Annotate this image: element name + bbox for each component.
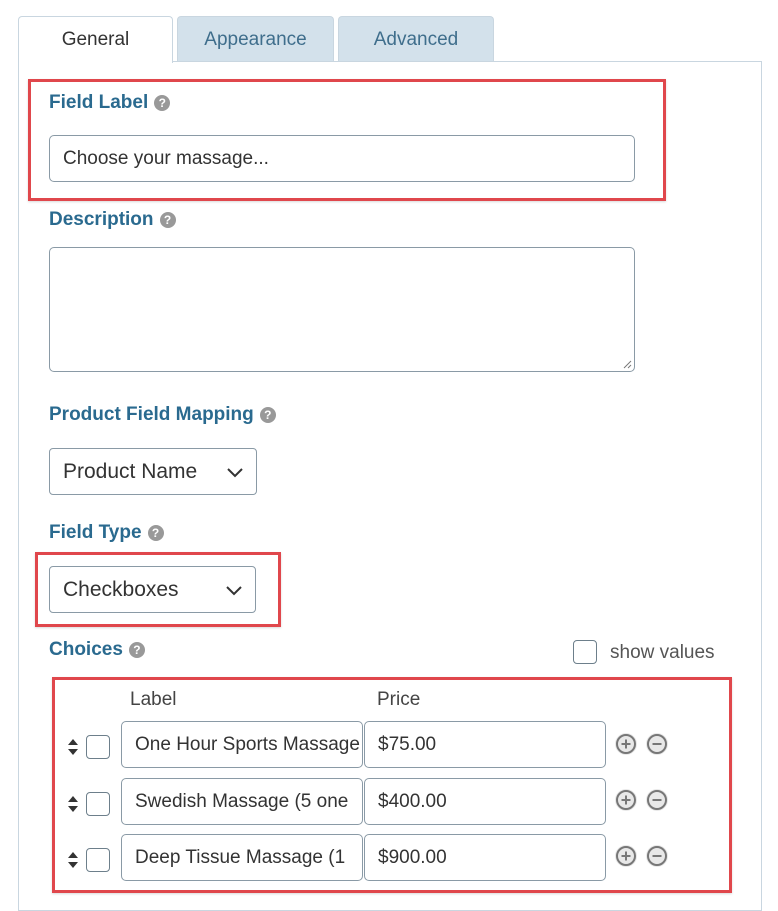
product-mapping-heading: Product Field Mapping ? [49,404,276,426]
description-textarea[interactable] [49,247,635,372]
sort-arrows-icon[interactable] [67,851,79,869]
choice-label-input[interactable]: One Hour Sports Massage [121,721,363,768]
field-type-text: Field Type [49,522,142,543]
plus-circle-icon[interactable] [615,789,637,811]
plus-circle-icon[interactable] [615,733,637,755]
field-type-value: Checkboxes [63,577,179,601]
plus-circle-icon[interactable] [615,845,637,867]
choice-checkbox[interactable] [86,792,110,816]
minus-circle-icon[interactable] [646,789,668,811]
minus-circle-icon[interactable] [646,845,668,867]
choice-price-input[interactable]: $900.00 [364,834,606,881]
chevron-down-icon [227,467,243,477]
question-circle-icon[interactable]: ? [154,95,171,111]
choice-label-input[interactable]: Swedish Massage (5 one [121,778,363,825]
choices-text: Choices [49,639,123,660]
question-circle-icon[interactable]: ? [159,212,176,228]
choices-col-price: Price [377,689,421,710]
product-mapping-text: Product Field Mapping [49,404,254,425]
description-heading: Description ? [49,209,176,231]
field-label-input[interactable]: Choose your massage... [49,135,635,182]
product-mapping-select[interactable]: Product Name [49,448,257,495]
chevron-down-icon [226,585,242,595]
field-type-select[interactable]: Checkboxes [49,566,256,613]
choices-col-label: Label [130,689,177,710]
description-text: Description [49,209,154,230]
show-values-label: show values [610,642,715,663]
show-values-checkbox[interactable] [573,640,597,664]
field-label-heading: Field Label ? [49,92,171,114]
resize-grip-icon[interactable] [622,359,632,369]
field-type-heading: Field Type ? [49,522,164,544]
minus-circle-icon[interactable] [646,733,668,755]
choice-checkbox[interactable] [86,848,110,872]
sort-arrows-icon[interactable] [67,795,79,813]
question-circle-icon[interactable]: ? [259,407,276,423]
question-circle-icon[interactable]: ? [128,642,145,658]
choice-price-input[interactable]: $75.00 [364,721,606,768]
choice-label-input[interactable]: Deep Tissue Massage (1 [121,834,363,881]
general-tab-content: Field Label ? Choose your massage... Des… [0,0,778,902]
choices-heading: Choices ? [49,639,145,661]
choice-checkbox[interactable] [86,735,110,759]
choice-price-input[interactable]: $400.00 [364,778,606,825]
question-circle-icon[interactable]: ? [147,525,164,541]
product-mapping-value: Product Name [63,459,198,483]
sort-arrows-icon[interactable] [67,738,79,756]
field-label-text: Field Label [49,92,149,113]
